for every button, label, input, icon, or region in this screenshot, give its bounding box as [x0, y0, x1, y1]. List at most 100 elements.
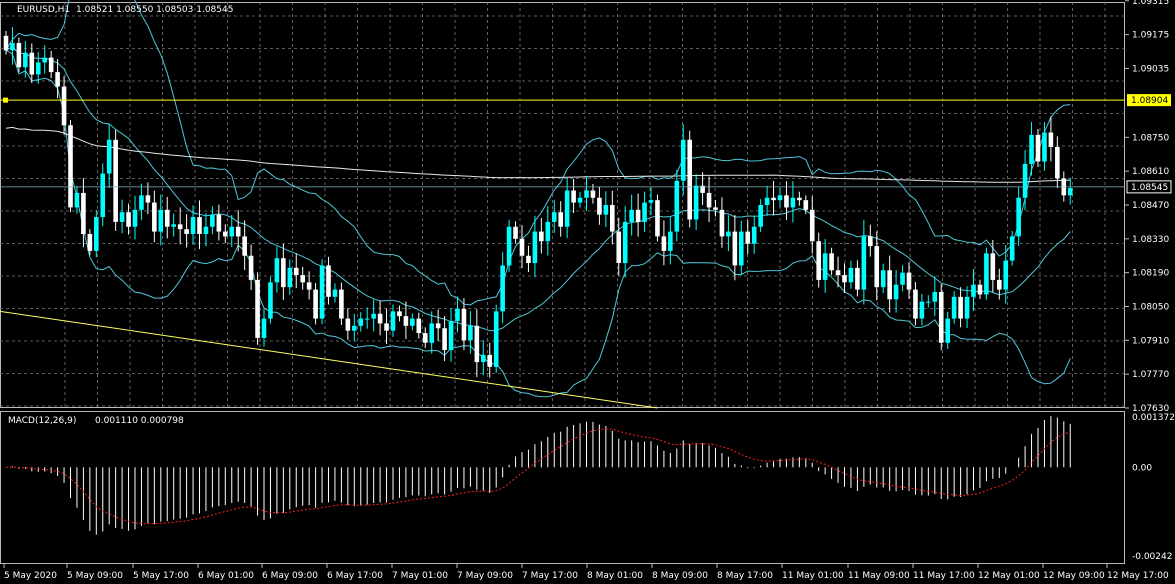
- candle: [571, 178, 576, 213]
- candle-body: [803, 200, 809, 210]
- candle: [306, 271, 312, 300]
- x-tick-label: 5 May 2020: [4, 571, 57, 581]
- candle-body: [500, 265, 505, 312]
- candle: [377, 300, 383, 336]
- candle: [152, 190, 157, 243]
- candle-body: [326, 265, 331, 297]
- candle-body: [616, 231, 622, 263]
- candle: [622, 205, 628, 278]
- candle-body: [790, 197, 796, 208]
- candle: [977, 279, 983, 299]
- x-tick-label: 6 May 01:00: [198, 571, 254, 581]
- candle-body: [977, 284, 983, 295]
- y-tick-label: 1.09315: [1132, 0, 1169, 7]
- candle: [274, 246, 280, 293]
- candle-body: [655, 200, 660, 237]
- price-chart[interactable]: 1.08904 1.08545 0.001372 0.00 -0.00242 1.09…: [0, 0, 1175, 584]
- candle-body: [313, 289, 318, 319]
- candle: [539, 218, 544, 254]
- candle-body: [61, 86, 67, 126]
- candle: [868, 224, 873, 257]
- candle: [577, 192, 583, 208]
- candle-body: [590, 190, 596, 198]
- candle-body: [926, 301, 931, 303]
- candle-body: [164, 209, 170, 227]
- macd-y-tick-label: 0.00: [1132, 463, 1152, 473]
- candle: [829, 247, 834, 276]
- candle-body: [210, 214, 215, 227]
- candle: [397, 305, 402, 322]
- candle: [390, 304, 396, 337]
- candle-body: [945, 318, 950, 343]
- candlesticks[interactable]: [3, 27, 1073, 378]
- candle-body: [558, 212, 563, 227]
- trendline: [0, 310, 658, 409]
- candle-body: [913, 289, 918, 319]
- x-tick-label: 6 May 09:00: [262, 571, 318, 581]
- candle-body: [184, 229, 189, 234]
- candle: [951, 291, 957, 324]
- candle-body: [906, 272, 912, 290]
- candle-body: [461, 308, 467, 341]
- candle-body: [48, 57, 54, 73]
- candle-body: [177, 224, 183, 230]
- candle-body: [919, 301, 925, 319]
- candle-body: [55, 72, 60, 87]
- candle-body: [493, 311, 499, 367]
- candle-body: [1029, 134, 1034, 164]
- candle-body: [435, 323, 441, 329]
- candle: [68, 120, 73, 213]
- candle-body: [300, 275, 305, 283]
- candle-body: [10, 43, 15, 51]
- candle-body: [668, 231, 673, 251]
- candle: [242, 220, 247, 271]
- candle: [1003, 244, 1009, 304]
- candle: [223, 224, 228, 243]
- candle: [429, 311, 434, 354]
- candle: [339, 282, 344, 325]
- candle: [700, 172, 705, 206]
- candle: [23, 41, 28, 78]
- candle: [674, 169, 680, 242]
- candle: [861, 219, 867, 305]
- candle-body: [1067, 188, 1073, 196]
- candle: [603, 191, 609, 228]
- candle-body: [158, 209, 164, 232]
- candle-body: [1022, 163, 1028, 198]
- candle: [1048, 116, 1054, 162]
- candle: [371, 299, 376, 332]
- candle: [461, 298, 467, 351]
- candle: [481, 340, 486, 376]
- candle-body: [642, 202, 647, 222]
- candle-body: [442, 328, 447, 350]
- candle: [906, 262, 912, 299]
- candle-body: [145, 195, 151, 203]
- candle-body: [984, 253, 989, 295]
- candle: [210, 206, 215, 235]
- candle-body: [648, 200, 654, 203]
- y-tick-label: 1.08050: [1132, 303, 1169, 313]
- candle: [997, 268, 1002, 300]
- candle-body: [139, 195, 144, 210]
- candle: [313, 283, 318, 325]
- candle: [809, 196, 815, 254]
- candle: [842, 263, 847, 293]
- candle-body: [242, 236, 247, 256]
- candle: [403, 301, 409, 340]
- candle-body: [119, 212, 125, 222]
- candle: [493, 304, 499, 373]
- candle-body: [74, 192, 80, 208]
- candle: [739, 220, 744, 276]
- candle-body: [281, 258, 286, 288]
- candle-body: [390, 311, 396, 331]
- candle-body: [564, 190, 570, 227]
- candle-body: [680, 139, 686, 181]
- candle-body: [506, 226, 512, 266]
- candle: [635, 193, 641, 237]
- candle: [248, 244, 254, 291]
- candle-body: [758, 205, 763, 227]
- candle-body: [306, 282, 312, 290]
- candle: [94, 210, 99, 258]
- macd-indicator: 0.001372 0.00 -0.00242: [5, 413, 1175, 562]
- candle: [958, 287, 963, 328]
